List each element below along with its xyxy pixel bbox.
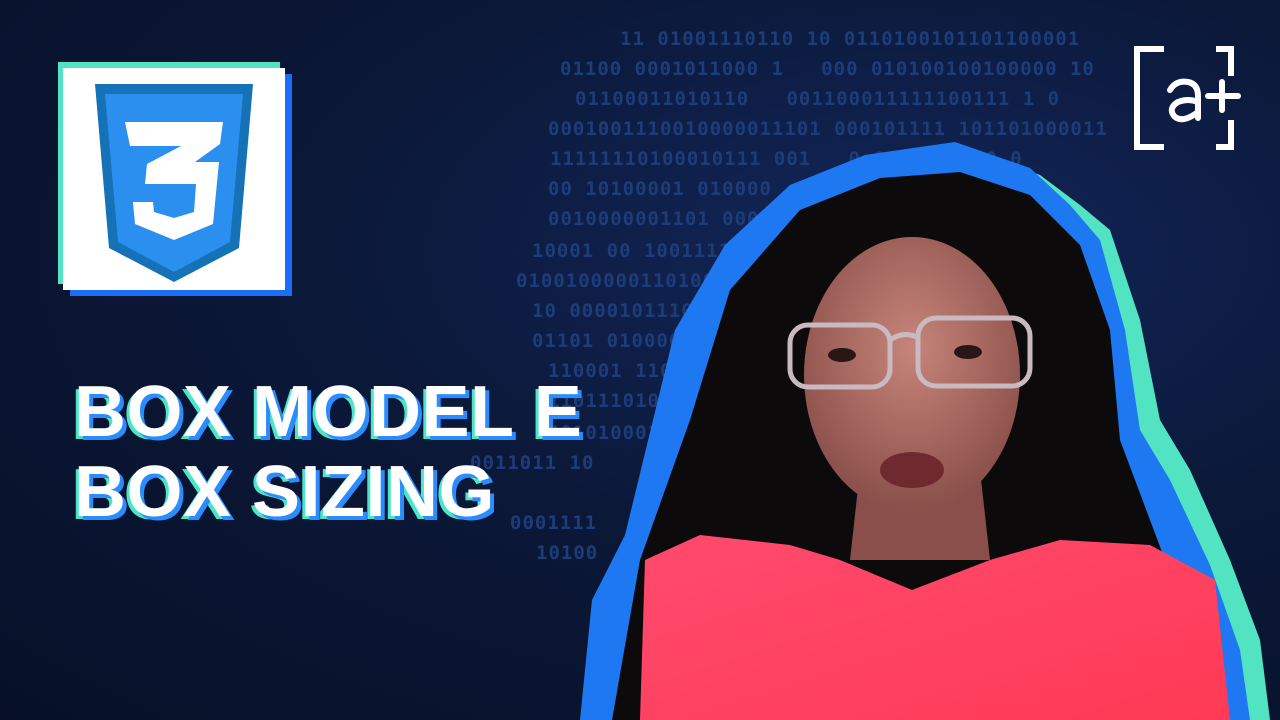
mouth xyxy=(880,452,944,488)
video-title: BOX MODEL E BOX SIZING xyxy=(74,372,582,532)
title-line-2: BOX SIZING xyxy=(74,452,496,532)
alura-plus-logo xyxy=(1134,46,1241,150)
presenter-photo xyxy=(580,142,1270,720)
video-thumbnail: 11 01001110110 10 0110100101101100001 01… xyxy=(0,0,1280,720)
title-line-1: BOX MODEL E xyxy=(74,372,583,452)
